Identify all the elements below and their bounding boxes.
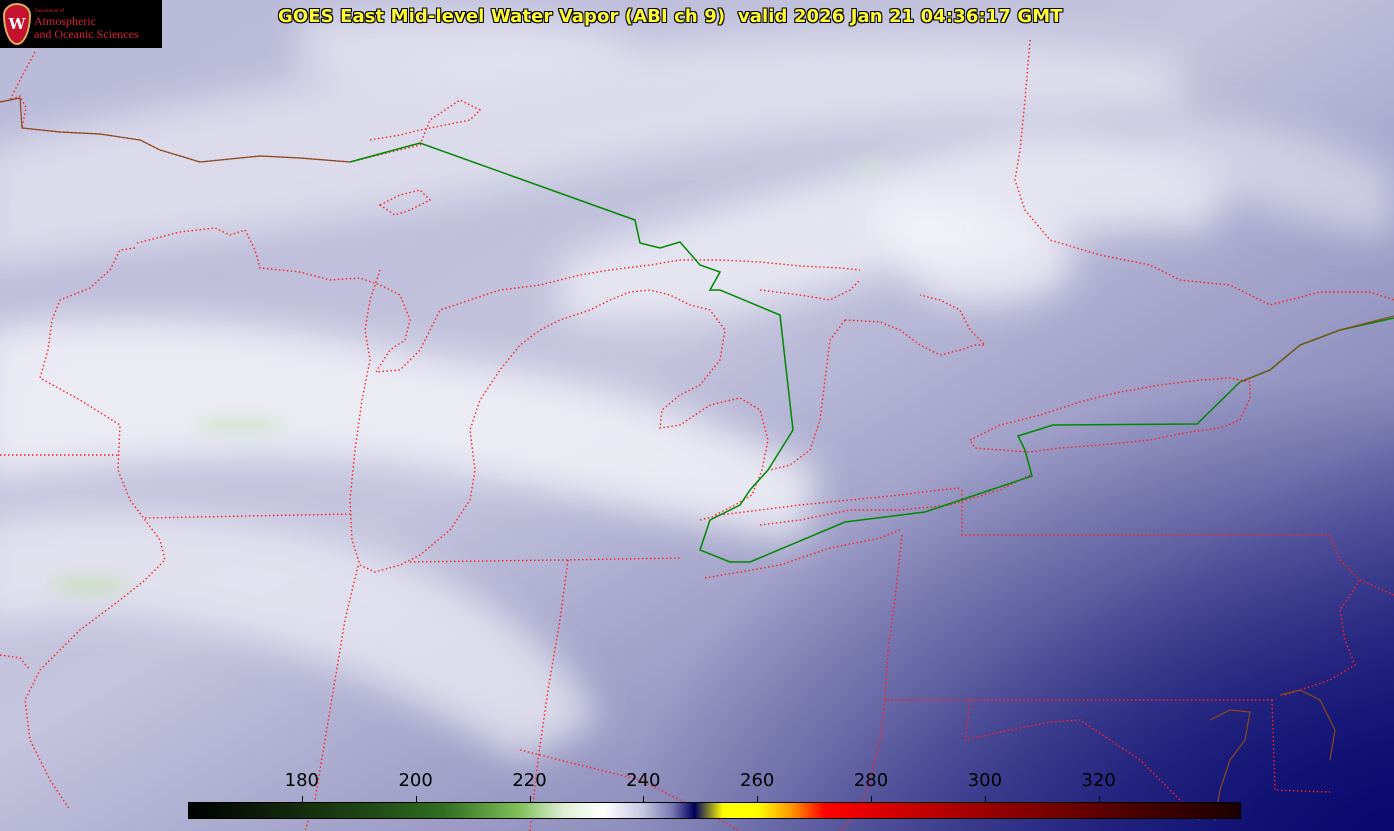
- logo-line2: and Oceanic Sciences: [34, 27, 139, 41]
- uw-aos-logo: W Department of Atmospheric and Oceanic …: [0, 0, 162, 48]
- satellite-image: W Department of Atmospheric and Oceanic …: [0, 0, 1394, 831]
- colorbar-tick-mark: [415, 796, 417, 802]
- water-vapor-map: [0, 0, 1394, 831]
- uw-crest-icon: W: [3, 3, 31, 45]
- colorbar-tick-label: 180: [284, 770, 319, 791]
- colorbar-tick-mark: [1098, 796, 1100, 802]
- colorbar-tick-mark: [529, 796, 531, 802]
- colorbar-tick-label: 220: [512, 770, 547, 791]
- colorbar-tick-label: 280: [853, 770, 889, 791]
- colorbar-tick-mark: [757, 796, 759, 802]
- colorbar-tick-label: 320: [1081, 770, 1116, 791]
- crest-letter: W: [8, 15, 26, 33]
- colorbar-tick-label: 300: [967, 770, 1003, 791]
- image-title: GOES East Mid-level Water Vapor (ABI ch …: [278, 6, 1063, 27]
- colorbar-tick-label: 200: [398, 770, 433, 791]
- colorbar-tick-mark: [643, 796, 645, 802]
- temperature-colorbar: [188, 802, 1241, 819]
- colorbar-tick-label: 260: [740, 770, 775, 791]
- colorbar-tick-mark: [984, 796, 986, 802]
- colorbar-tick-mark: [301, 796, 303, 802]
- colorbar-tick-label: 240: [626, 770, 661, 791]
- colorbar-tick-mark: [871, 796, 873, 802]
